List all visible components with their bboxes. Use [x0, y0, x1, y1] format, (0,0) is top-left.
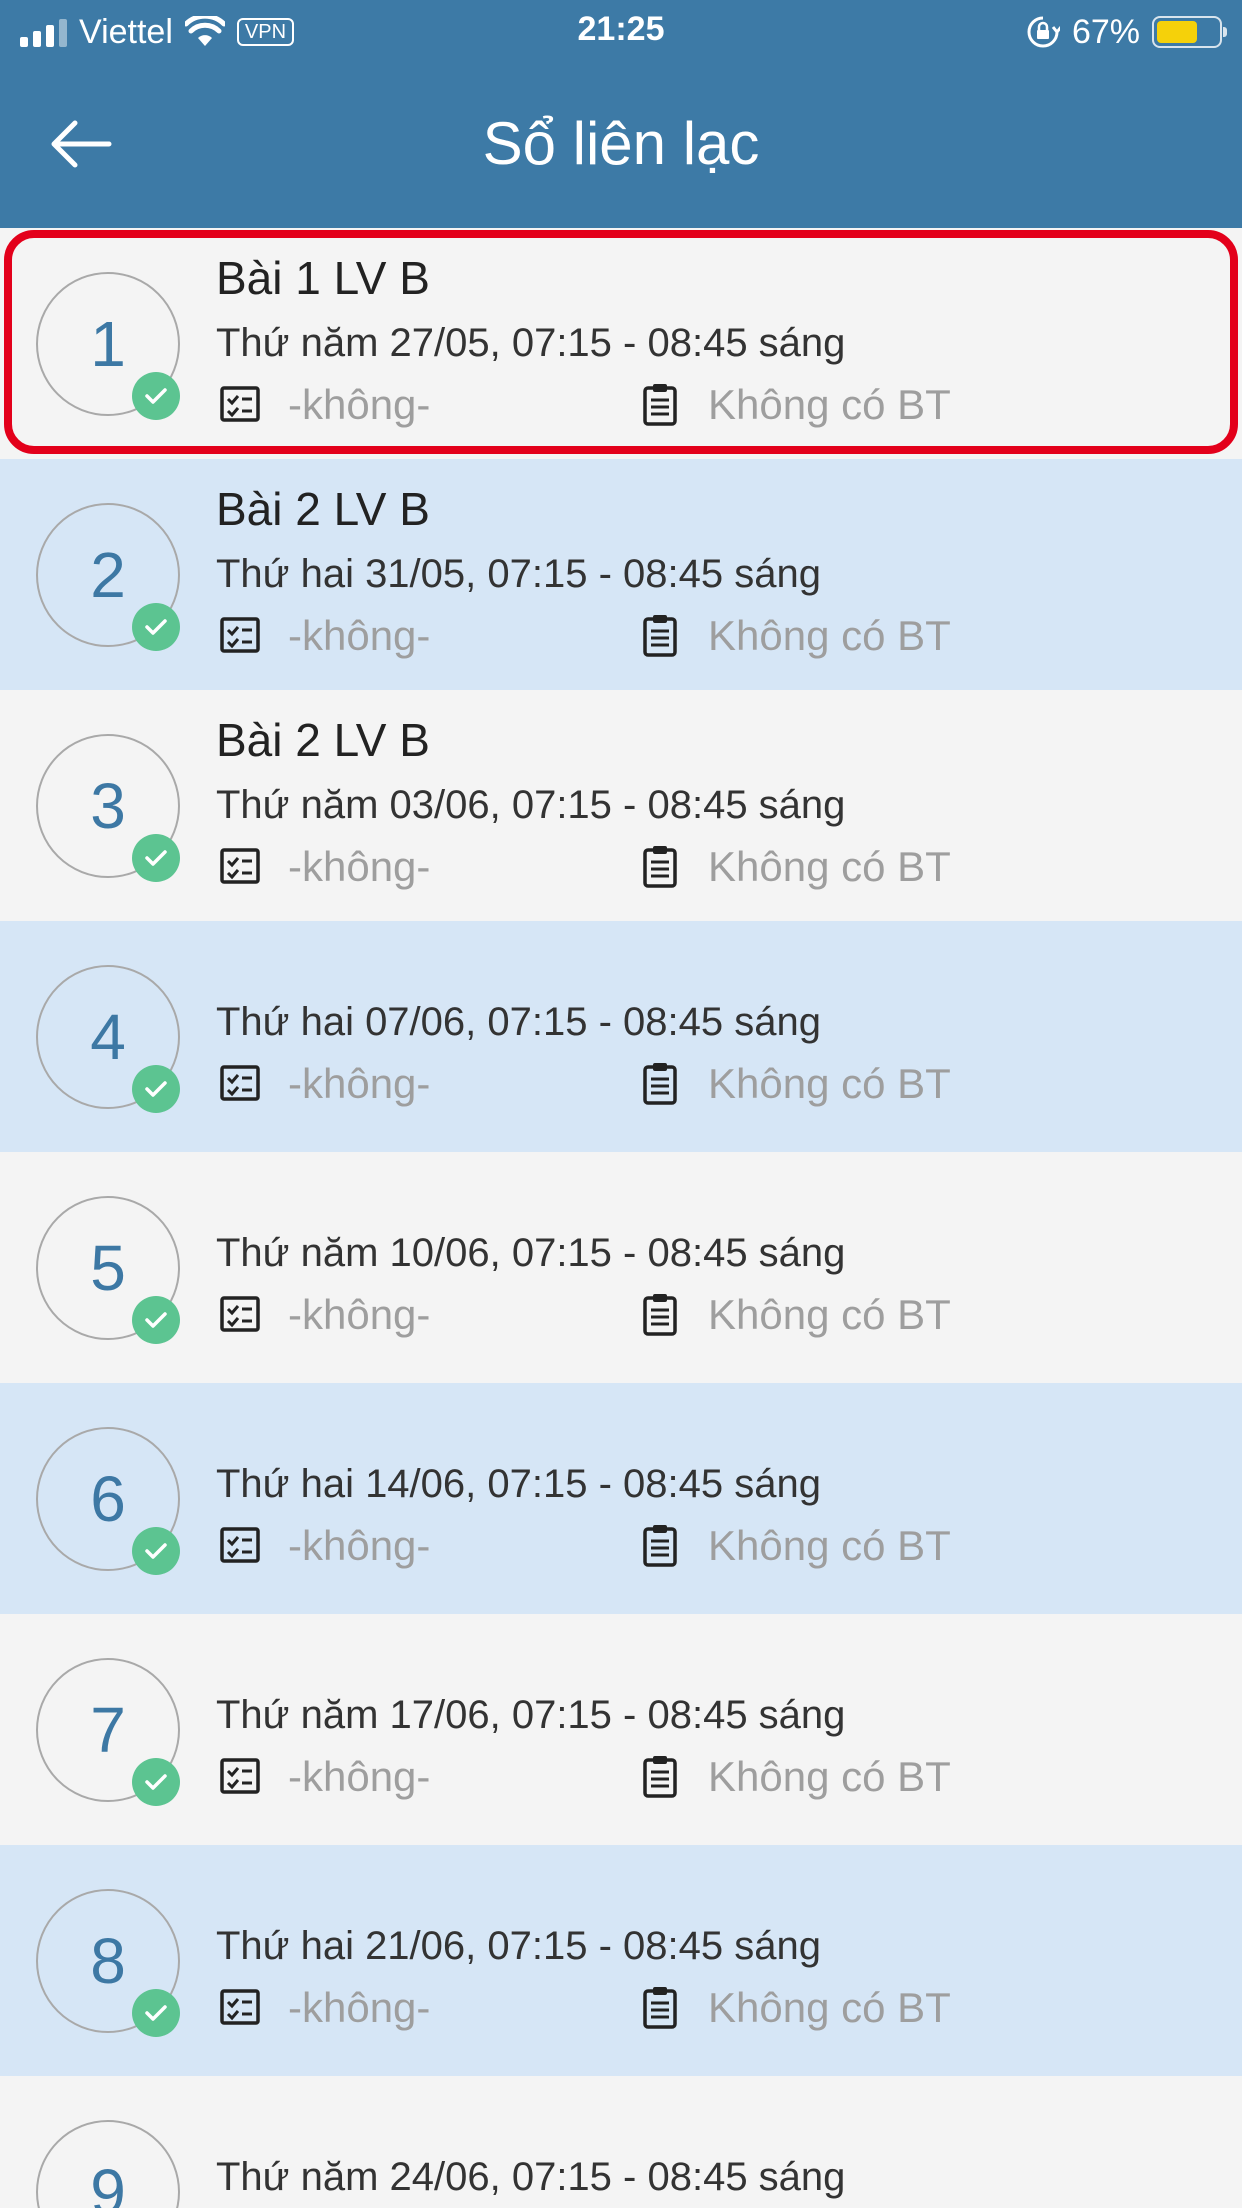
- lesson-number: 6: [90, 1463, 126, 1535]
- clipboard-icon: [638, 613, 682, 657]
- status-right: 67%: [1026, 10, 1227, 54]
- evaluation-text: -không-: [288, 1984, 431, 2031]
- homework-text: Không có BT: [708, 1060, 951, 1107]
- lesson-time: Thứ năm 03/06, 07:15 - 08:45 sáng: [216, 783, 846, 827]
- clipboard-icon: [638, 844, 682, 888]
- check-badge-icon: [132, 834, 180, 882]
- evaluation-text: -không-: [288, 843, 431, 890]
- lesson-time: Thứ hai 14/06, 07:15 - 08:45 sáng: [216, 1462, 821, 1506]
- checklist-icon: [218, 1754, 262, 1798]
- lesson-row[interactable]: 5 Thứ năm 10/06, 07:15 - 08:45 sáng -không…: [0, 1152, 1242, 1383]
- lesson-title: Bài 1 LV B: [216, 252, 430, 304]
- rotation-lock-icon: [1027, 16, 1060, 48]
- navigation-header: Sổ liên lạc: [0, 64, 1242, 228]
- clipboard-icon: [638, 1985, 682, 2029]
- lesson-row[interactable]: 1 Bài 1 LV B Thứ năm 27/05, 07:15 - 08:45 …: [0, 228, 1242, 459]
- checklist-icon: [218, 1523, 262, 1567]
- battery-level: [1157, 21, 1198, 43]
- evaluation-text: -không-: [288, 612, 431, 659]
- clipboard-icon: [638, 382, 682, 426]
- lesson-list: 1 Bài 1 LV B Thứ năm 27/05, 07:15 - 08:45 …: [0, 228, 1242, 2208]
- lesson-time: Thứ năm 17/06, 07:15 - 08:45 sáng: [216, 1693, 846, 1737]
- lesson-row[interactable]: 6 Thứ hai 14/06, 07:15 - 08:45 sáng -không…: [0, 1383, 1242, 1614]
- evaluation-text: -không-: [288, 1522, 431, 1569]
- check-badge-icon: [132, 1989, 180, 2037]
- lesson-number: 1: [90, 308, 126, 380]
- evaluation-text: -không-: [288, 1753, 431, 1800]
- checklist-icon: [218, 1985, 262, 2029]
- check-badge-icon: [132, 1758, 180, 1806]
- check-badge-icon: [132, 603, 180, 651]
- lesson-number: 3: [90, 770, 126, 842]
- evaluation-text: -không-: [288, 1291, 431, 1338]
- lesson-time: Thứ hai 31/05, 07:15 - 08:45 sáng: [216, 552, 821, 596]
- checklist-icon: [218, 1292, 262, 1336]
- status-bar: Viettel VPN 21:25 67%: [0, 0, 1242, 64]
- checklist-icon: [218, 613, 262, 657]
- lesson-row[interactable]: 4 Thứ hai 07/06, 07:15 - 08:45 sáng -không…: [0, 921, 1242, 1152]
- lesson-number-circle: 9: [36, 2120, 180, 2208]
- check-badge-icon: [132, 1065, 180, 1113]
- lesson-row[interactable]: 3 Bài 2 LV B Thứ năm 03/06, 07:15 - 08:45 …: [0, 690, 1242, 921]
- lesson-row[interactable]: 9 Thứ năm 24/06, 07:15 - 08:45 sáng: [0, 2076, 1242, 2208]
- lesson-time: Thứ năm 24/06, 07:15 - 08:45 sáng: [216, 2155, 846, 2199]
- lesson-number: 5: [90, 1232, 126, 1304]
- homework-text: Không có BT: [708, 1291, 951, 1338]
- clipboard-icon: [638, 1292, 682, 1336]
- clipboard-icon: [638, 1754, 682, 1798]
- lesson-number: 4: [90, 1001, 126, 1073]
- clipboard-icon: [638, 1523, 682, 1567]
- homework-text: Không có BT: [708, 1753, 951, 1800]
- lesson-time: Thứ hai 21/06, 07:15 - 08:45 sáng: [216, 1924, 821, 1968]
- battery-percent: 67%: [1071, 12, 1140, 51]
- homework-text: Không có BT: [708, 381, 951, 428]
- lesson-time: Thứ hai 07/06, 07:15 - 08:45 sáng: [216, 1000, 821, 1044]
- checklist-icon: [218, 844, 262, 888]
- homework-text: Không có BT: [708, 1522, 951, 1569]
- lesson-time: Thứ năm 10/06, 07:15 - 08:45 sáng: [216, 1231, 846, 1275]
- lesson-number: 9: [90, 2156, 126, 2208]
- evaluation-text: -không-: [288, 381, 431, 428]
- lesson-number: 7: [90, 1694, 126, 1766]
- checklist-icon: [218, 382, 262, 426]
- lesson-row[interactable]: 8 Thứ hai 21/06, 07:15 - 08:45 sáng -không…: [0, 1845, 1242, 2076]
- lesson-number: 2: [90, 539, 126, 611]
- check-badge-icon: [132, 1296, 180, 1344]
- clipboard-icon: [638, 1061, 682, 1105]
- page-title: Sổ liên lạc: [482, 110, 760, 177]
- lesson-row[interactable]: 7 Thứ năm 17/06, 07:15 - 08:45 sáng -không…: [0, 1614, 1242, 1845]
- homework-text: Không có BT: [708, 612, 951, 659]
- check-badge-icon: [132, 372, 180, 420]
- lesson-number: 8: [90, 1925, 126, 1997]
- homework-text: Không có BT: [708, 843, 951, 890]
- checklist-icon: [218, 1061, 262, 1105]
- evaluation-text: -không-: [288, 1060, 431, 1107]
- lesson-row[interactable]: 2 Bài 2 LV B Thứ hai 31/05, 07:15 - 08:45 …: [0, 459, 1242, 690]
- lesson-title: Bài 2 LV B: [216, 714, 430, 766]
- homework-text: Không có BT: [708, 1984, 951, 2031]
- check-badge-icon: [132, 1527, 180, 1575]
- battery-icon: [1152, 16, 1227, 48]
- app-top-bar: Viettel VPN 21:25 67% Sổ liên lạc: [0, 0, 1242, 228]
- lesson-time: Thứ năm 27/05, 07:15 - 08:45 sáng: [216, 321, 846, 365]
- lesson-title: Bài 2 LV B: [216, 483, 430, 535]
